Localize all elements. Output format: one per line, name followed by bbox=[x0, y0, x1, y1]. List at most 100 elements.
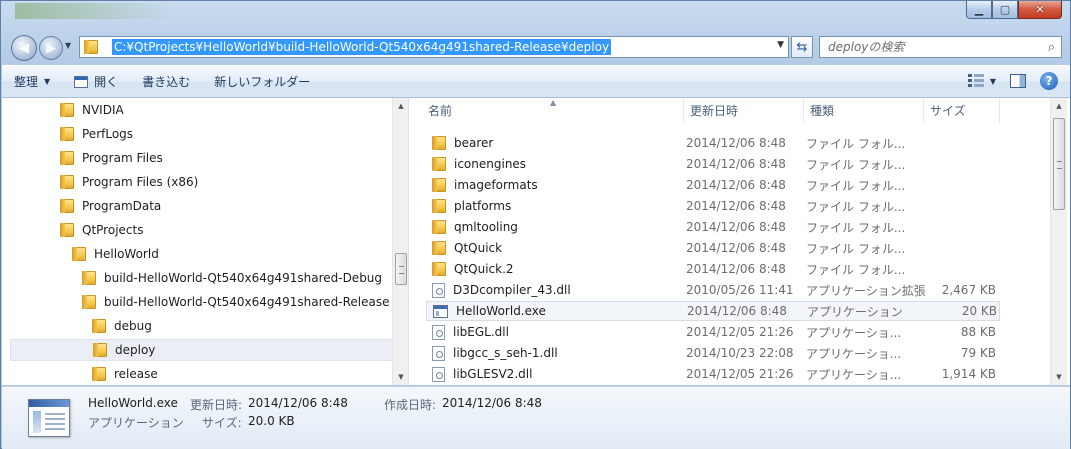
column-header-date[interactable]: 更新日時 bbox=[684, 98, 804, 123]
details-modified-value: 2014/12/06 8:48 bbox=[248, 396, 348, 410]
navigation-scroll-thumb[interactable] bbox=[395, 253, 407, 285]
tree-item[interactable]: ProgramData bbox=[60, 195, 161, 217]
file-row[interactable]: D3Dcompiler_43.dll 2010/05/26 11:41 アプリケーシ… bbox=[426, 280, 1000, 300]
help-icon[interactable]: ? bbox=[1040, 72, 1058, 90]
window-caption-buttons: ▁ ▢ ✕ bbox=[966, 1, 1062, 19]
view-dropdown-icon[interactable]: ▼ bbox=[990, 77, 996, 86]
file-date: 2014/12/06 8:48 bbox=[686, 157, 786, 171]
navigation-pane[interactable]: NVIDIA PerfLogs Program Files Program Files… bbox=[2, 98, 409, 385]
file-row[interactable]: iconengines 2014/12/06 8:48 ファイル フォル... bbox=[426, 154, 1000, 174]
folder-icon bbox=[432, 220, 446, 234]
navigation-pane-scrollbar[interactable]: ▲ ▼ bbox=[392, 98, 408, 385]
file-row[interactable]: bearer 2014/12/06 8:48 ファイル フォル... bbox=[426, 133, 1000, 153]
preview-pane-icon[interactable] bbox=[1010, 74, 1026, 88]
recent-pages-dropdown-icon[interactable]: ▼ bbox=[65, 41, 71, 50]
back-button[interactable]: ◀ bbox=[11, 35, 37, 61]
main-content: NVIDIA PerfLogs Program Files Program Files… bbox=[2, 98, 1070, 385]
burn-button[interactable]: 書き込む bbox=[130, 66, 202, 97]
scroll-up-arrow-icon[interactable]: ▲ bbox=[1051, 98, 1067, 114]
file-list-pane[interactable]: ▲ 名前 更新日時 種類 サイズ bearer 2014/12/06 8:48 ファ… bbox=[410, 98, 1070, 385]
tree-item[interactable]: debug bbox=[92, 315, 152, 337]
minimize-button[interactable]: ▁ bbox=[966, 1, 992, 19]
search-input[interactable] bbox=[828, 40, 1038, 54]
file-row[interactable]: QtQuick 2014/12/06 8:48 ファイル フォル... bbox=[426, 238, 1000, 258]
file-type: ファイル フォル... bbox=[806, 178, 906, 193]
maximize-button[interactable]: ▢ bbox=[992, 1, 1018, 19]
file-date: 2010/05/26 11:41 bbox=[686, 283, 794, 297]
file-name: libEGL.dll bbox=[453, 325, 509, 339]
tree-item-label: build-HelloWorld-Qt540x64g491shared-Debu… bbox=[104, 271, 383, 285]
explorer-window: ▁ ▢ ✕ ◀ ▶ ▼ C:¥QtProjects¥HelloWorld¥bui… bbox=[0, 0, 1071, 449]
tree-item[interactable]: QtProjects bbox=[60, 219, 143, 241]
file-row[interactable]: libgcc_s_seh-1.dll 2014/10/23 22:08 アプリケーシ… bbox=[426, 343, 1000, 363]
dll-file-icon bbox=[432, 282, 445, 298]
refresh-button[interactable]: ⇆ bbox=[791, 36, 813, 58]
file-row[interactable]: imageformats 2014/12/06 8:48 ファイル フォル... bbox=[426, 175, 1000, 195]
tree-item[interactable]: NVIDIA bbox=[60, 99, 124, 121]
scroll-down-arrow-icon[interactable]: ▼ bbox=[393, 369, 408, 385]
file-row[interactable]: qmltooling 2014/12/06 8:48 ファイル フォル... bbox=[426, 217, 1000, 237]
file-list-scroll-thumb[interactable] bbox=[1053, 118, 1065, 210]
application-large-icon bbox=[28, 399, 70, 437]
file-row[interactable]: HelloWorld.exe 2014/12/06 8:48 アプリケーション 20 … bbox=[426, 301, 1000, 321]
folder-icon bbox=[60, 175, 74, 189]
file-list-scrollbar[interactable]: ▲ ▼ bbox=[1050, 98, 1067, 385]
scroll-down-arrow-icon[interactable]: ▼ bbox=[1051, 369, 1067, 385]
folder-icon bbox=[72, 247, 86, 261]
address-path[interactable]: C:¥QtProjects¥HelloWorld¥build-HelloWorl… bbox=[112, 39, 612, 55]
details-type: アプリケーション bbox=[88, 416, 184, 430]
dll-file-icon bbox=[432, 324, 445, 340]
tree-item[interactable]: Program Files (x86) bbox=[60, 171, 198, 193]
tree-item[interactable]: release bbox=[92, 363, 158, 385]
file-name: QtQuick.2 bbox=[454, 262, 514, 276]
file-name-cell: qmltooling bbox=[426, 220, 686, 234]
tree-item[interactable]: Program Files bbox=[60, 147, 163, 169]
tree-item[interactable]: build-HelloWorld-Qt540x64g491shared-Debu… bbox=[82, 267, 382, 289]
address-bar[interactable]: C:¥QtProjects¥HelloWorld¥build-HelloWorl… bbox=[79, 36, 789, 58]
forward-button[interactable]: ▶ bbox=[39, 36, 63, 60]
tree-item-label: build-HelloWorld-Qt540x64g491shared-Rele… bbox=[104, 295, 390, 309]
file-name-cell: D3Dcompiler_43.dll bbox=[426, 282, 686, 298]
organize-label: 整理 bbox=[14, 75, 39, 89]
tree-item-label: Program Files bbox=[82, 151, 163, 165]
folder-icon bbox=[432, 241, 446, 255]
file-type: ファイル フォル... bbox=[806, 157, 906, 172]
tree-item[interactable]: PerfLogs bbox=[60, 123, 133, 145]
view-options-icon[interactable] bbox=[967, 74, 984, 88]
file-row[interactable]: platforms 2014/12/06 8:48 ファイル フォル... bbox=[426, 196, 1000, 216]
column-header-size[interactable]: サイズ bbox=[924, 98, 1000, 123]
scroll-up-arrow-icon[interactable]: ▲ bbox=[393, 98, 408, 114]
file-date: 2014/12/06 8:48 bbox=[687, 304, 787, 318]
column-header-type[interactable]: 種類 bbox=[804, 98, 924, 123]
dll-file-icon bbox=[432, 366, 445, 382]
tree-item[interactable]: deploy bbox=[10, 339, 393, 361]
new-folder-button[interactable]: 新しいフォルダー bbox=[202, 66, 322, 97]
file-name-cell: libgcc_s_seh-1.dll bbox=[426, 345, 686, 361]
file-row[interactable]: QtQuick.2 2014/12/06 8:48 ファイル フォル... bbox=[426, 259, 1000, 279]
file-type: ファイル フォル... bbox=[806, 136, 906, 151]
address-history-dropdown-icon[interactable]: ▼ bbox=[777, 40, 784, 50]
organize-button[interactable]: 整理 ▼ bbox=[2, 66, 62, 97]
burn-label: 書き込む bbox=[142, 75, 191, 89]
search-box[interactable]: ⌕ bbox=[819, 36, 1062, 58]
file-size: 2,467 KB bbox=[941, 283, 996, 297]
new-folder-label: 新しいフォルダー bbox=[214, 75, 311, 89]
file-date: 2014/12/05 21:26 bbox=[686, 325, 794, 339]
open-button[interactable]: 開く bbox=[62, 66, 130, 97]
tree-item[interactable]: HelloWorld bbox=[72, 243, 159, 265]
folder-icon bbox=[93, 343, 107, 357]
search-icon[interactable]: ⌕ bbox=[1048, 40, 1055, 55]
maximize-icon: ▢ bbox=[999, 3, 1011, 16]
folder-icon bbox=[92, 367, 106, 381]
file-row[interactable]: libEGL.dll 2014/12/05 21:26 アプリケーショ... 88 K… bbox=[426, 322, 1000, 342]
forward-arrow-icon: ▶ bbox=[46, 40, 56, 56]
file-row[interactable]: libGLESV2.dll 2014/12/05 21:26 アプリケーショ... 1… bbox=[426, 364, 1000, 384]
file-name: D3Dcompiler_43.dll bbox=[453, 283, 571, 297]
column-header-name[interactable]: 名前 bbox=[422, 98, 684, 123]
file-name: platforms bbox=[454, 199, 512, 213]
folder-icon bbox=[60, 127, 74, 141]
close-button[interactable]: ✕ bbox=[1018, 1, 1062, 19]
tree-item[interactable]: build-HelloWorld-Qt540x64g491shared-Rele… bbox=[82, 291, 389, 313]
tree-item-label: ProgramData bbox=[82, 199, 162, 213]
window-title-area bbox=[15, 3, 175, 19]
